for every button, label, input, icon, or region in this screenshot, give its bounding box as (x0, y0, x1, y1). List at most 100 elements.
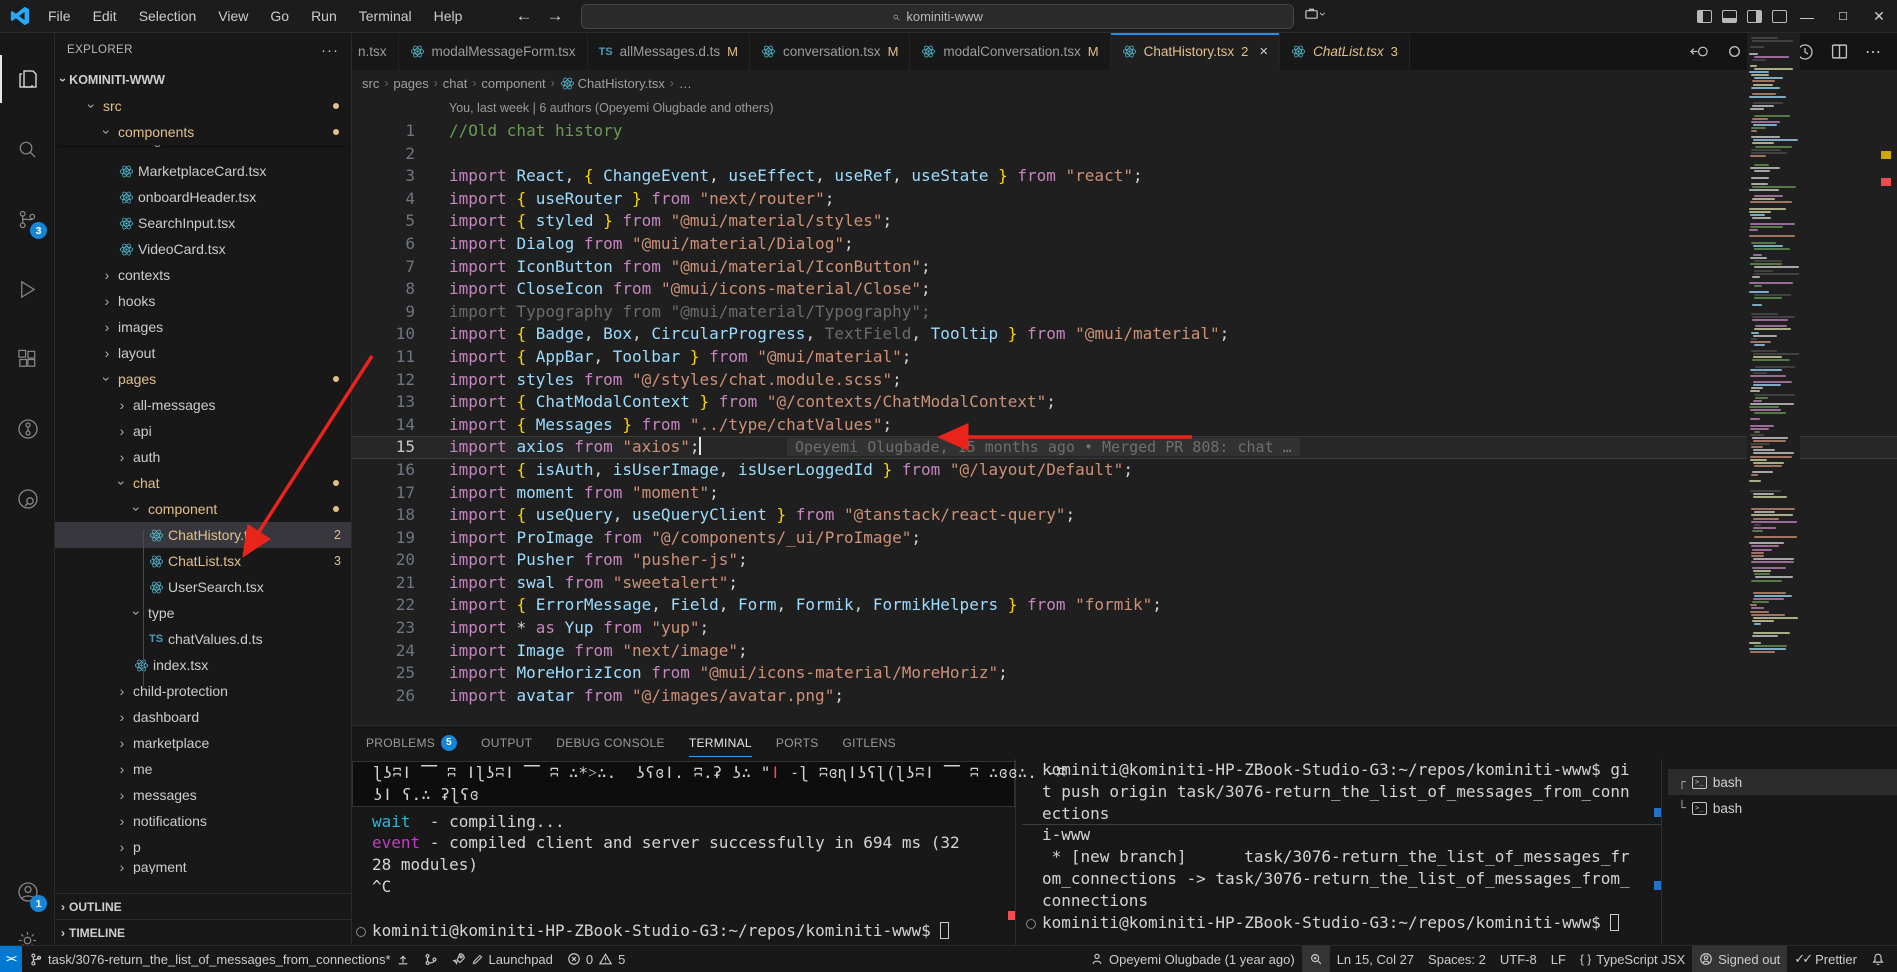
tree-item-layout[interactable]: ›layout (55, 340, 351, 366)
tree-item-components[interactable]: ›components (55, 119, 351, 145)
signed-out-status-item[interactable]: Signed out (1692, 946, 1787, 972)
tree-item-pages[interactable]: ›pages (55, 366, 351, 392)
extensions-activity-icon[interactable] (0, 335, 55, 383)
close-window-button[interactable]: ✕ (1861, 0, 1897, 33)
panel-tab-gitlens[interactable]: GITLENS (843, 726, 896, 759)
search-activity-icon[interactable] (0, 125, 55, 173)
breadcrumb[interactable]: src›pages›chat›component›ChatHistory.tsx… (352, 70, 1897, 96)
forward-arrow[interactable]: → (546, 6, 563, 26)
terminal-left-pane[interactable]: ɭʖʭǀ ⎺ ʭ ǀɭʖʭǀ ⎺ ʭ ∴*˃∴. ʖʕɞǀ. ʭ.ʡ ʖ∴ "ǀ… (352, 759, 1016, 945)
minimize-button[interactable]: — (1789, 0, 1825, 33)
split-editor-icon[interactable] (1831, 43, 1848, 60)
tree-item-ChatList.tsx[interactable]: ChatList.tsx3 (55, 548, 351, 574)
panel-tab-output[interactable]: OUTPUT (481, 726, 532, 759)
toggle-panel-icon[interactable] (1722, 10, 1737, 23)
terminal-right-pane[interactable]: kominiti@kominiti-HP-ZBook-Studio-G3:~/r… (1022, 759, 1662, 945)
tree-item-onboardHeader.tsx[interactable]: onboardHeader.tsx (55, 184, 351, 210)
tree-item-src[interactable]: ›src (55, 93, 351, 119)
breadcrumb-item[interactable]: pages (393, 76, 428, 91)
tree-item-type[interactable]: ›type (55, 600, 351, 626)
encoding-status-item[interactable]: UTF-8 (1493, 946, 1544, 972)
customize-layout-icon[interactable] (1772, 10, 1787, 23)
tree-item-SearchInput.tsx[interactable]: SearchInput.tsx (55, 210, 351, 236)
tree-item-auth[interactable]: ›auth (55, 444, 351, 470)
command-center-search[interactable]: ⌕ kominiti-www (581, 4, 1294, 29)
panel-tab-ports[interactable]: PORTS (776, 726, 819, 759)
source-control-activity-icon[interactable]: 3 (0, 195, 55, 243)
tree-item-marketplace[interactable]: ›marketplace (55, 730, 351, 756)
breadcrumb-item[interactable]: component (481, 76, 545, 91)
menu-view[interactable]: View (209, 5, 257, 27)
terminal-tab-bash[interactable]: ┌>_bash (1668, 769, 1897, 795)
panel-tab-terminal[interactable]: TERMINAL (689, 726, 752, 759)
explorer-more-actions-icon[interactable]: ··· (321, 42, 339, 59)
branch-status-item[interactable]: task/3076-return_the_list_of_messages_fr… (22, 946, 417, 972)
tab-conversation.tsx[interactable]: conversation.tsxM (750, 33, 910, 70)
notifications-bell-item[interactable] (1864, 946, 1897, 972)
tree-item-component[interactable]: ›component (55, 496, 351, 522)
menu-file[interactable]: File (39, 5, 80, 27)
tab-ChatHistory.tsx[interactable]: ChatHistory.tsx2× (1111, 33, 1281, 70)
accounts-activity-icon[interactable]: 1 (0, 868, 55, 916)
blame-status-item[interactable]: Opeyemi Olugbade (1 year ago) (1083, 946, 1302, 972)
indentation-status-item[interactable]: Spaces: 2 (1421, 946, 1493, 972)
tree-item-contexts[interactable]: ›contexts (55, 262, 351, 288)
minimap[interactable] (1747, 33, 1800, 662)
breadcrumb-item[interactable]: … (679, 76, 692, 91)
panel-tab-debug-console[interactable]: DEBUG CONSOLE (556, 726, 665, 759)
tree-item-notifications[interactable]: ›notifications (55, 808, 351, 834)
cursor-position-status-item[interactable]: Ln 15, Col 27 (1330, 946, 1421, 972)
back-arrow[interactable]: ← (515, 6, 532, 26)
tree-item-chatValues.d.ts[interactable]: TSchatValues.d.ts (55, 626, 351, 652)
toggle-sidebar-icon[interactable] (1697, 10, 1712, 23)
breadcrumb-item[interactable]: chat (443, 76, 468, 91)
tree-item-hooks[interactable]: ›hooks (55, 288, 351, 314)
workspace-root-header[interactable]: › KOMINITI-WWW (55, 67, 351, 93)
menu-run[interactable]: Run (302, 5, 346, 27)
tree-item-child-protection[interactable]: ›child-protection (55, 678, 351, 704)
tab-modalConversation.tsx[interactable]: modalConversation.tsxM (910, 33, 1110, 70)
tab-allMessages.d.ts[interactable]: TSallMessages.d.tsM (588, 33, 750, 70)
gitlens-authors-codelens[interactable]: You, last week | 6 authors (Opeyemi Olug… (352, 96, 1897, 120)
outline-section-header[interactable]: › OUTLINE (55, 893, 351, 919)
prettier-status-item[interactable]: ✓✓ Prettier (1787, 946, 1864, 972)
menu-go[interactable]: Go (261, 5, 298, 27)
prev-change-icon[interactable] (1690, 43, 1709, 60)
menu-help[interactable]: Help (425, 5, 472, 27)
tree-item-index.tsx[interactable]: index.tsx (55, 652, 351, 678)
language-status-item[interactable]: { } TypeScript JSX (1573, 946, 1692, 972)
problems-status-item[interactable]: 0 5 (560, 946, 632, 972)
explorer-activity-icon[interactable] (0, 55, 55, 103)
menu-terminal[interactable]: Terminal (350, 5, 421, 27)
panel-tab-problems[interactable]: PROBLEMS5 (366, 726, 457, 759)
tree-item-Logo.tsx[interactable]: Logo.tsx (55, 145, 351, 158)
breadcrumb-item[interactable]: ChatHistory.tsx (578, 76, 665, 91)
tab-ChatList.tsx[interactable]: ChatList.tsx3 (1280, 33, 1410, 70)
gitlens-activity-icon[interactable] (0, 405, 55, 453)
tree-item-messages[interactable]: ›messages (55, 782, 351, 808)
timeline-section-header[interactable]: › TIMELINE (55, 919, 351, 945)
eol-status-item[interactable]: LF (1544, 946, 1573, 972)
tree-item-ChatHistory.tsx[interactable]: ChatHistory.tsx2 (55, 522, 351, 548)
remote-indicator[interactable]: >< (0, 946, 22, 972)
tree-item-MarketplaceCard.tsx[interactable]: MarketplaceCard.tsx (55, 158, 351, 184)
commit-graph-status-item[interactable] (417, 946, 445, 972)
run-debug-activity-icon[interactable] (0, 265, 55, 313)
launchpad-status-item[interactable]: Launchpad (445, 946, 560, 972)
toolbox-button[interactable]: › (1304, 6, 1325, 21)
menu-edit[interactable]: Edit (84, 5, 126, 27)
menu-selection[interactable]: Selection (130, 5, 206, 27)
tree-item-api[interactable]: ›api (55, 418, 351, 444)
toggle-secondary-sidebar-icon[interactable] (1747, 10, 1762, 23)
terminal-tab-bash[interactable]: └>_bash (1668, 795, 1897, 821)
tab-modalMessageForm.tsx[interactable]: modalMessageForm.tsx (399, 33, 588, 70)
breadcrumb-item[interactable]: src (362, 76, 379, 91)
tree-item-images[interactable]: ›images (55, 314, 351, 340)
code-editor[interactable]: You, last week | 6 authors (Opeyemi Olug… (352, 96, 1897, 725)
tab-n.tsx[interactable]: n.tsx (352, 33, 399, 70)
tree-item-chat[interactable]: ›chat (55, 470, 351, 496)
open-changes-icon[interactable] (1726, 43, 1743, 60)
zoom-status-item[interactable] (1302, 946, 1330, 972)
maximize-button[interactable]: ☐ (1825, 0, 1861, 33)
editor-more-actions-icon[interactable]: ⋯ (1865, 42, 1881, 62)
